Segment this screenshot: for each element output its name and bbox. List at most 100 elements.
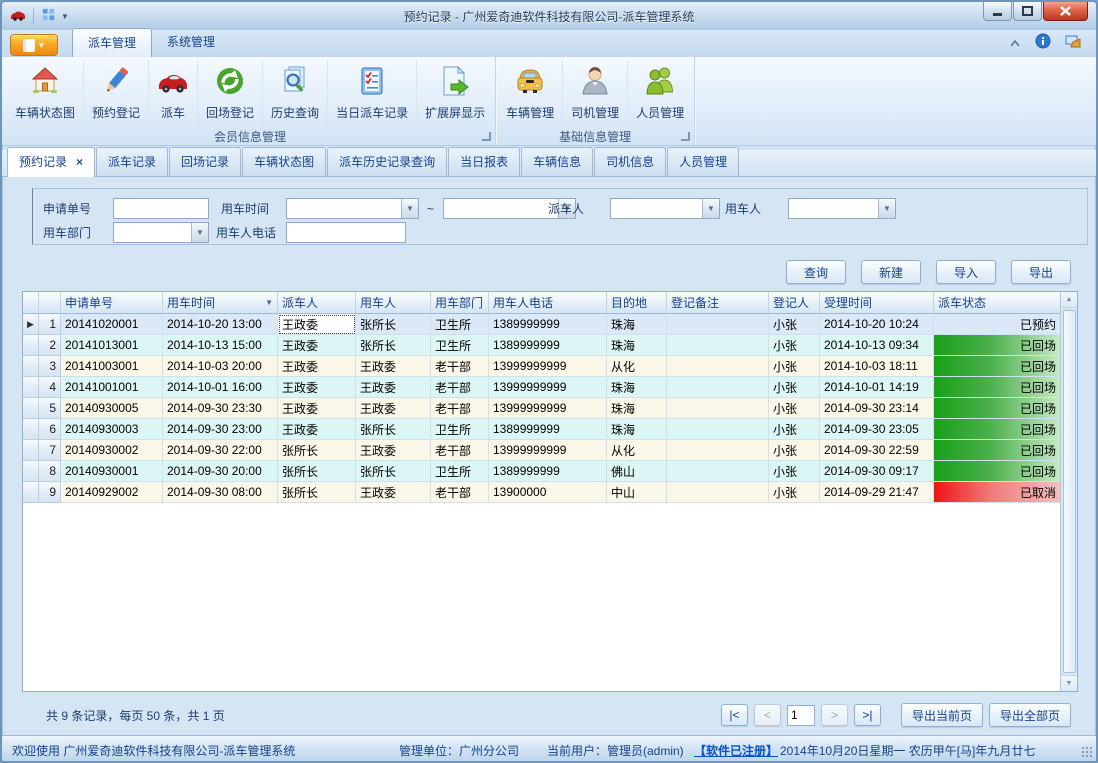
vertical-scrollbar[interactable]: ▲ ▼ xyxy=(1060,292,1077,691)
row-number-cell[interactable]: 8 xyxy=(39,461,61,482)
quick-access-dropdown-icon[interactable]: ▼ xyxy=(61,12,69,21)
table-cell[interactable]: 1389999999 xyxy=(489,419,607,440)
ribbon-button[interactable]: 扩展屏显示 xyxy=(417,60,493,128)
table-cell[interactable]: 张所长 xyxy=(356,335,431,356)
table-cell[interactable]: 20141001001 xyxy=(61,377,163,398)
table-cell[interactable]: 13999999999 xyxy=(489,398,607,419)
table-cell[interactable] xyxy=(667,419,769,440)
import-button[interactable]: 导入 xyxy=(936,260,996,284)
table-cell[interactable]: 13999999999 xyxy=(489,356,607,377)
ribbon-button[interactable]: 历史查询 xyxy=(263,60,328,128)
table-cell[interactable]: 2014-09-30 23:30 xyxy=(163,398,278,419)
chevron-down-icon[interactable]: ▼ xyxy=(702,199,719,218)
application-no-input[interactable] xyxy=(113,198,209,219)
table-cell[interactable]: 王政委 xyxy=(278,335,356,356)
document-tab[interactable]: 回场记录 xyxy=(169,147,241,176)
row-number-cell[interactable]: 1 xyxy=(39,314,61,335)
dispatch-status-cell[interactable]: 已回场 xyxy=(934,398,1060,419)
column-header[interactable]: 登记备注 xyxy=(667,292,769,314)
ribbon-button[interactable]: 车辆状态图 xyxy=(7,60,84,128)
row-number-cell[interactable]: 2 xyxy=(39,335,61,356)
new-button[interactable]: 新建 xyxy=(861,260,921,284)
table-cell[interactable]: 王政委 xyxy=(356,377,431,398)
table-cell[interactable] xyxy=(667,356,769,377)
table-cell[interactable]: 20141020001 xyxy=(61,314,163,335)
table-cell[interactable] xyxy=(667,482,769,503)
table-row[interactable]: 3201410030012014-10-03 20:00王政委王政委老干部139… xyxy=(23,356,1060,377)
chevron-down-icon[interactable]: ▼ xyxy=(878,199,895,218)
ribbon-tab[interactable]: 系统管理 xyxy=(152,28,230,57)
row-indicator-cell[interactable] xyxy=(23,440,39,461)
table-row[interactable]: 4201410010012014-10-01 16:00王政委王政委老干部139… xyxy=(23,377,1060,398)
table-cell[interactable]: 2014-09-30 22:59 xyxy=(820,440,934,461)
document-tab[interactable]: 派车历史记录查询 xyxy=(327,147,447,176)
table-cell[interactable]: 王政委 xyxy=(356,356,431,377)
table-cell[interactable]: 20141003001 xyxy=(61,356,163,377)
dispatch-status-cell[interactable]: 已回场 xyxy=(934,461,1060,482)
table-cell[interactable] xyxy=(667,461,769,482)
table-cell[interactable]: 老干部 xyxy=(431,398,489,419)
column-header[interactable]: 申请单号 xyxy=(61,292,163,314)
chevron-down-icon[interactable]: ▼ xyxy=(191,223,208,242)
table-cell[interactable]: 珠海 xyxy=(607,377,667,398)
table-cell[interactable]: 卫生所 xyxy=(431,335,489,356)
table-cell[interactable]: 小张 xyxy=(769,335,820,356)
row-number-cell[interactable]: 3 xyxy=(39,356,61,377)
department-combo[interactable]: ▼ xyxy=(113,222,209,243)
table-cell[interactable] xyxy=(667,335,769,356)
column-header[interactable]: 用车人电话 xyxy=(489,292,607,314)
table-cell[interactable]: 卫生所 xyxy=(431,419,489,440)
table-cell[interactable]: 2014-10-01 14:19 xyxy=(820,377,934,398)
document-tab[interactable]: 车辆状态图 xyxy=(242,147,326,176)
maximize-button[interactable] xyxy=(1013,2,1042,21)
dispatch-status-cell[interactable]: 已回场 xyxy=(934,419,1060,440)
table-cell[interactable]: 2014-09-30 09:17 xyxy=(820,461,934,482)
close-button[interactable] xyxy=(1043,2,1088,21)
table-cell[interactable]: 2014-10-13 15:00 xyxy=(163,335,278,356)
table-cell[interactable]: 小张 xyxy=(769,377,820,398)
table-cell[interactable]: 1389999999 xyxy=(489,335,607,356)
page-number-input[interactable] xyxy=(787,705,815,726)
row-indicator-cell[interactable] xyxy=(23,419,39,440)
table-cell[interactable]: 2014-10-13 09:34 xyxy=(820,335,934,356)
table-row[interactable]: ▶1201410200012014-10-20 13:00王政委张所长卫生所13… xyxy=(23,314,1060,335)
ribbon-tab[interactable]: 派车管理 xyxy=(72,28,152,57)
table-row[interactable]: 2201410130012014-10-13 15:00王政委张所长卫生所138… xyxy=(23,335,1060,356)
table-cell[interactable]: 张所长 xyxy=(356,419,431,440)
column-header[interactable]: 目的地 xyxy=(607,292,667,314)
table-cell[interactable]: 2014-10-03 18:11 xyxy=(820,356,934,377)
document-tab[interactable]: 司机信息 xyxy=(594,147,666,176)
table-cell[interactable]: 20140930005 xyxy=(61,398,163,419)
row-indicator-cell[interactable]: ▶ xyxy=(23,314,39,335)
table-cell[interactable]: 13999999999 xyxy=(489,377,607,398)
table-cell[interactable]: 2014-10-20 10:24 xyxy=(820,314,934,335)
table-cell[interactable]: 小张 xyxy=(769,356,820,377)
table-cell[interactable]: 王政委 xyxy=(278,377,356,398)
table-cell[interactable]: 老干部 xyxy=(431,377,489,398)
row-indicator-cell[interactable] xyxy=(23,482,39,503)
row-indicator-cell[interactable] xyxy=(23,461,39,482)
table-cell[interactable]: 老干部 xyxy=(431,482,489,503)
column-header[interactable]: 派车状态 xyxy=(934,292,1060,314)
table-row[interactable]: 9201409290022014-09-30 08:00张所长王政委老干部139… xyxy=(23,482,1060,503)
table-cell[interactable]: 20140929002 xyxy=(61,482,163,503)
table-cell[interactable]: 中山 xyxy=(607,482,667,503)
application-menu-button[interactable]: ▼ xyxy=(10,34,58,56)
export-all-pages-button[interactable]: 导出全部页 xyxy=(989,703,1071,727)
document-tab[interactable]: 派车记录 xyxy=(96,147,168,176)
table-cell[interactable]: 珠海 xyxy=(607,335,667,356)
license-link[interactable]: 【软件已注册】 xyxy=(694,742,778,759)
sort-desc-icon[interactable]: ▼ xyxy=(265,298,273,307)
document-tab[interactable]: 人员管理 xyxy=(667,147,739,176)
row-number-cell[interactable]: 4 xyxy=(39,377,61,398)
resize-grip[interactable] xyxy=(1081,746,1093,758)
document-tab[interactable]: 预约记录× xyxy=(7,147,95,177)
table-cell[interactable]: 2014-09-30 23:05 xyxy=(820,419,934,440)
table-row[interactable]: 5201409300052014-09-30 23:30王政委王政委老干部139… xyxy=(23,398,1060,419)
row-indicator-cell[interactable] xyxy=(23,398,39,419)
table-cell[interactable]: 小张 xyxy=(769,461,820,482)
row-number-cell[interactable]: 9 xyxy=(39,482,61,503)
ribbon-collapse-chevron-icon[interactable] xyxy=(1009,36,1021,50)
query-button[interactable]: 查询 xyxy=(786,260,846,284)
column-header[interactable]: 受理时间 xyxy=(820,292,934,314)
